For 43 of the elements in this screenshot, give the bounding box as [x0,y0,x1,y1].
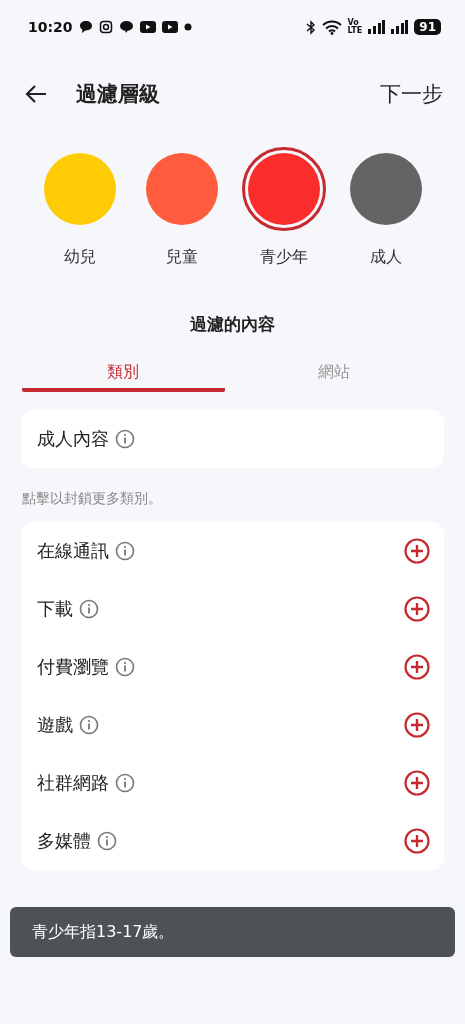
play-icon [161,21,178,33]
clock-time: 10:20 [28,19,73,35]
add-icon[interactable] [404,654,430,680]
category-label: 在線通訊 [37,539,109,563]
play-icon [139,21,156,33]
info-icon[interactable] [115,657,135,677]
category-label: 遊戲 [37,713,73,737]
category-label: 下載 [37,597,73,621]
add-icon[interactable] [404,712,430,738]
info-icon[interactable] [79,599,99,619]
next-button[interactable]: 下一步 [380,80,443,108]
info-icon[interactable] [79,715,99,735]
wifi-icon [321,19,342,35]
category-label: 多媒體 [37,829,91,853]
signal-icon [368,20,386,34]
add-icon[interactable] [404,770,430,796]
add-icon[interactable] [404,828,430,854]
category-label: 付費瀏覽 [37,655,109,679]
category-label: 社群網路 [37,771,109,795]
chat-bubble-icon [118,20,134,34]
signal-icon [391,20,409,34]
level-option[interactable]: 幼兒 [28,147,131,268]
bluetooth-icon [305,19,316,35]
category-label: 成人內容 [37,427,109,451]
section-title: 過濾的內容 [190,313,275,336]
info-icon[interactable] [97,831,117,851]
info-icon[interactable] [115,773,135,793]
toast-message: 青少年指13-17歲。 [32,921,175,943]
add-icon[interactable] [404,538,430,564]
chat-bubble-icon [78,20,93,34]
level-option[interactable]: 成人 [334,147,437,268]
network-type: Vo LTE [347,19,363,35]
battery-level: 91 [414,19,441,35]
info-icon[interactable] [115,429,135,449]
camera-icon [98,20,113,34]
add-icon[interactable] [404,596,430,622]
level-option[interactable]: 兒童 [130,147,233,268]
tab[interactable]: 類別 [22,356,225,392]
page-title: 過濾層級 [76,81,161,108]
hint-text: 點擊以封鎖更多類別。 [22,490,163,508]
info-icon[interactable] [115,541,135,561]
dot-icon [183,23,192,31]
back-button[interactable] [24,84,48,104]
